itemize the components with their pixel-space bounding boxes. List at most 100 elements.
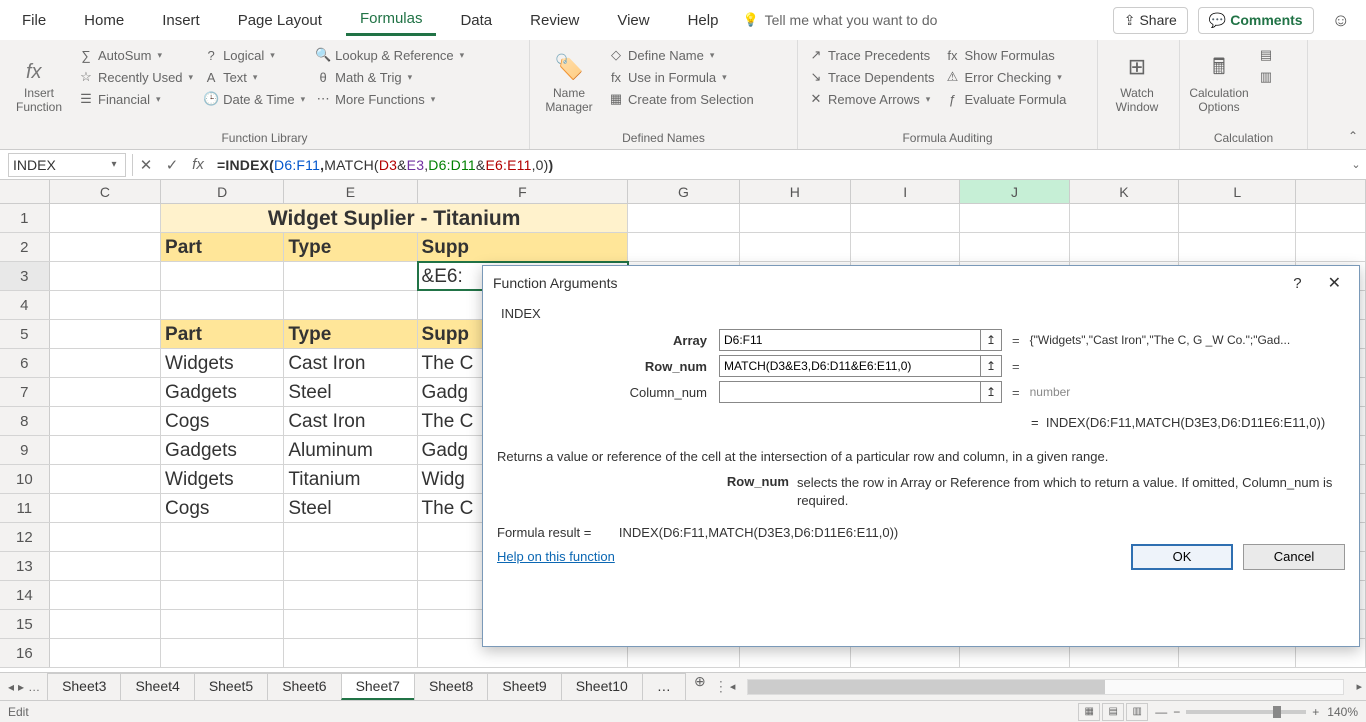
sheet-tab[interactable]: Sheet5 — [194, 673, 268, 700]
menu-page-layout[interactable]: Page Layout — [224, 6, 336, 35]
help-on-function-link[interactable]: Help on this function — [497, 549, 615, 564]
arg-columnnum-input[interactable] — [719, 381, 981, 403]
dialog-close-button[interactable]: ✕ — [1320, 269, 1349, 297]
col-G[interactable]: G — [628, 180, 739, 203]
table-row[interactable]: Gadgets — [161, 436, 284, 464]
col-K[interactable]: K — [1070, 180, 1179, 203]
show-formulas-button[interactable]: fxShow Formulas — [942, 46, 1068, 64]
table-row[interactable]: Gadgets — [161, 378, 284, 406]
col-F[interactable]: F — [418, 180, 629, 203]
cancel-formula-button[interactable]: ✕ — [133, 156, 159, 174]
fx-button[interactable]: fx — [185, 156, 211, 173]
error-checking-button[interactable]: ⚠Error Checking▾ — [942, 68, 1068, 86]
date-time-button[interactable]: 🕒Date & Time▾ — [201, 90, 307, 108]
collapse-dialog-icon[interactable]: ↥ — [980, 329, 1002, 351]
math-trig-button[interactable]: θMath & Trig▾ — [313, 68, 466, 86]
comments-button[interactable]: 💬 Comments — [1198, 7, 1314, 34]
menu-view[interactable]: View — [603, 6, 663, 35]
calc-now-button[interactable]: ▤ — [1256, 46, 1276, 64]
row-15[interactable]: 15 — [0, 610, 50, 638]
row-5[interactable]: 5 — [0, 320, 50, 348]
sheet-tab[interactable]: Sheet6 — [267, 673, 341, 700]
tell-me-search[interactable]: 💡 Tell me what you want to do — [742, 12, 937, 28]
header-part[interactable]: Part — [161, 233, 284, 261]
collapse-dialog-icon[interactable]: ↥ — [980, 355, 1002, 377]
row-7[interactable]: 7 — [0, 378, 50, 406]
table-row[interactable]: Widgets — [161, 349, 284, 377]
lookup-ref-button[interactable]: 🔍Lookup & Reference▾ — [313, 46, 466, 64]
name-box-dropdown-icon[interactable]: ▾ — [107, 159, 121, 170]
sheet-tab[interactable]: Sheet3 — [47, 673, 121, 700]
header-type[interactable]: Type — [284, 233, 417, 261]
sheet-tab[interactable]: Sheet9 — [487, 673, 561, 700]
view-normal-button[interactable]: ▦ — [1078, 703, 1100, 721]
col-M[interactable] — [1296, 180, 1366, 203]
scroll-right-icon[interactable]: ▸ — [1352, 680, 1366, 693]
menu-home[interactable]: Home — [70, 6, 138, 35]
row-3[interactable]: 3 — [0, 262, 50, 290]
create-from-selection-button[interactable]: ▦Create from Selection — [606, 90, 756, 108]
text-button[interactable]: AText▾ — [201, 68, 307, 86]
row-4[interactable]: 4 — [0, 291, 50, 319]
menu-insert[interactable]: Insert — [148, 6, 214, 35]
title-cell[interactable]: Widget Suplier - Titanium — [161, 204, 628, 232]
col-E[interactable]: E — [284, 180, 417, 203]
col-H[interactable]: H — [740, 180, 851, 203]
row-1[interactable]: 1 — [0, 204, 50, 232]
tab-next-icon[interactable]: ▸ — [18, 680, 24, 694]
trace-precedents-button[interactable]: ↗Trace Precedents — [806, 46, 936, 64]
use-in-formula-button[interactable]: fxUse in Formula▾ — [606, 68, 756, 86]
cancel-button[interactable]: Cancel — [1243, 544, 1345, 570]
zoom-in-button[interactable]: + — [1312, 705, 1319, 719]
sheet-tab[interactable]: Sheet8 — [414, 673, 488, 700]
row-16[interactable]: 16 — [0, 639, 50, 667]
menu-data[interactable]: Data — [446, 6, 506, 35]
tab-prev-icon[interactable]: ◂ — [8, 680, 14, 694]
zoom-slider[interactable] — [1186, 710, 1306, 714]
horizontal-scrollbar[interactable] — [747, 679, 1344, 695]
menu-help[interactable]: Help — [674, 6, 733, 35]
collapse-ribbon-icon[interactable]: ⌃ — [1348, 129, 1358, 143]
select-all-corner[interactable] — [0, 180, 50, 203]
expand-formula-bar-icon[interactable]: ⌄ — [1346, 158, 1366, 171]
dialog-help-button[interactable]: ? — [1287, 275, 1319, 292]
view-page-break-button[interactable]: ▥ — [1126, 703, 1148, 721]
row-6[interactable]: 6 — [0, 349, 50, 377]
share-button[interactable]: ⇪ Share — [1113, 7, 1188, 34]
row-2[interactable]: 2 — [0, 233, 50, 261]
table-row[interactable]: Cogs — [161, 407, 284, 435]
feedback-icon[interactable]: ☺ — [1324, 6, 1358, 35]
define-name-button[interactable]: ◇Define Name▾ — [606, 46, 756, 64]
row-9[interactable]: 9 — [0, 436, 50, 464]
financial-button[interactable]: ☰Financial▾ — [76, 90, 195, 108]
header-supp[interactable]: Supp — [418, 233, 629, 261]
name-box[interactable]: INDEX ▾ — [8, 153, 126, 177]
enter-formula-button[interactable]: ✓ — [159, 156, 185, 174]
sheet-tab[interactable]: Sheet10 — [561, 673, 643, 700]
row-12[interactable]: 12 — [0, 523, 50, 551]
autosum-button[interactable]: ∑AutoSum▾ — [76, 46, 195, 64]
row-13[interactable]: 13 — [0, 552, 50, 580]
table-row[interactable]: Cogs — [161, 494, 284, 522]
sheet-tab-active[interactable]: Sheet7 — [341, 673, 415, 700]
row-11[interactable]: 11 — [0, 494, 50, 522]
recently-used-button[interactable]: ☆Recently Used▾ — [76, 68, 195, 86]
zoom-out-button[interactable]: − — [1173, 705, 1180, 719]
scroll-left-icon[interactable]: ◂ — [726, 680, 740, 693]
col-C[interactable]: C — [50, 180, 161, 203]
col-L[interactable]: L — [1179, 180, 1296, 203]
more-functions-button[interactable]: ⋯More Functions▾ — [313, 90, 466, 108]
sheet-tab[interactable]: Sheet4 — [120, 673, 194, 700]
arg-array-input[interactable] — [719, 329, 981, 351]
col-I[interactable]: I — [851, 180, 960, 203]
logical-button[interactable]: ?Logical▾ — [201, 46, 307, 64]
collapse-dialog-icon[interactable]: ↥ — [980, 381, 1002, 403]
zoom-level[interactable]: 140% — [1327, 705, 1358, 719]
watch-window-button[interactable]: ⊞ Watch Window — [1106, 44, 1168, 124]
arg-rownum-input[interactable] — [719, 355, 981, 377]
view-page-layout-button[interactable]: ▤ — [1102, 703, 1124, 721]
calculation-options-button[interactable]: 🖩 Calculation Options — [1188, 44, 1250, 124]
name-manager-button[interactable]: 🏷️ Name Manager — [538, 44, 600, 124]
col-D[interactable]: D — [161, 180, 284, 203]
row-10[interactable]: 10 — [0, 465, 50, 493]
